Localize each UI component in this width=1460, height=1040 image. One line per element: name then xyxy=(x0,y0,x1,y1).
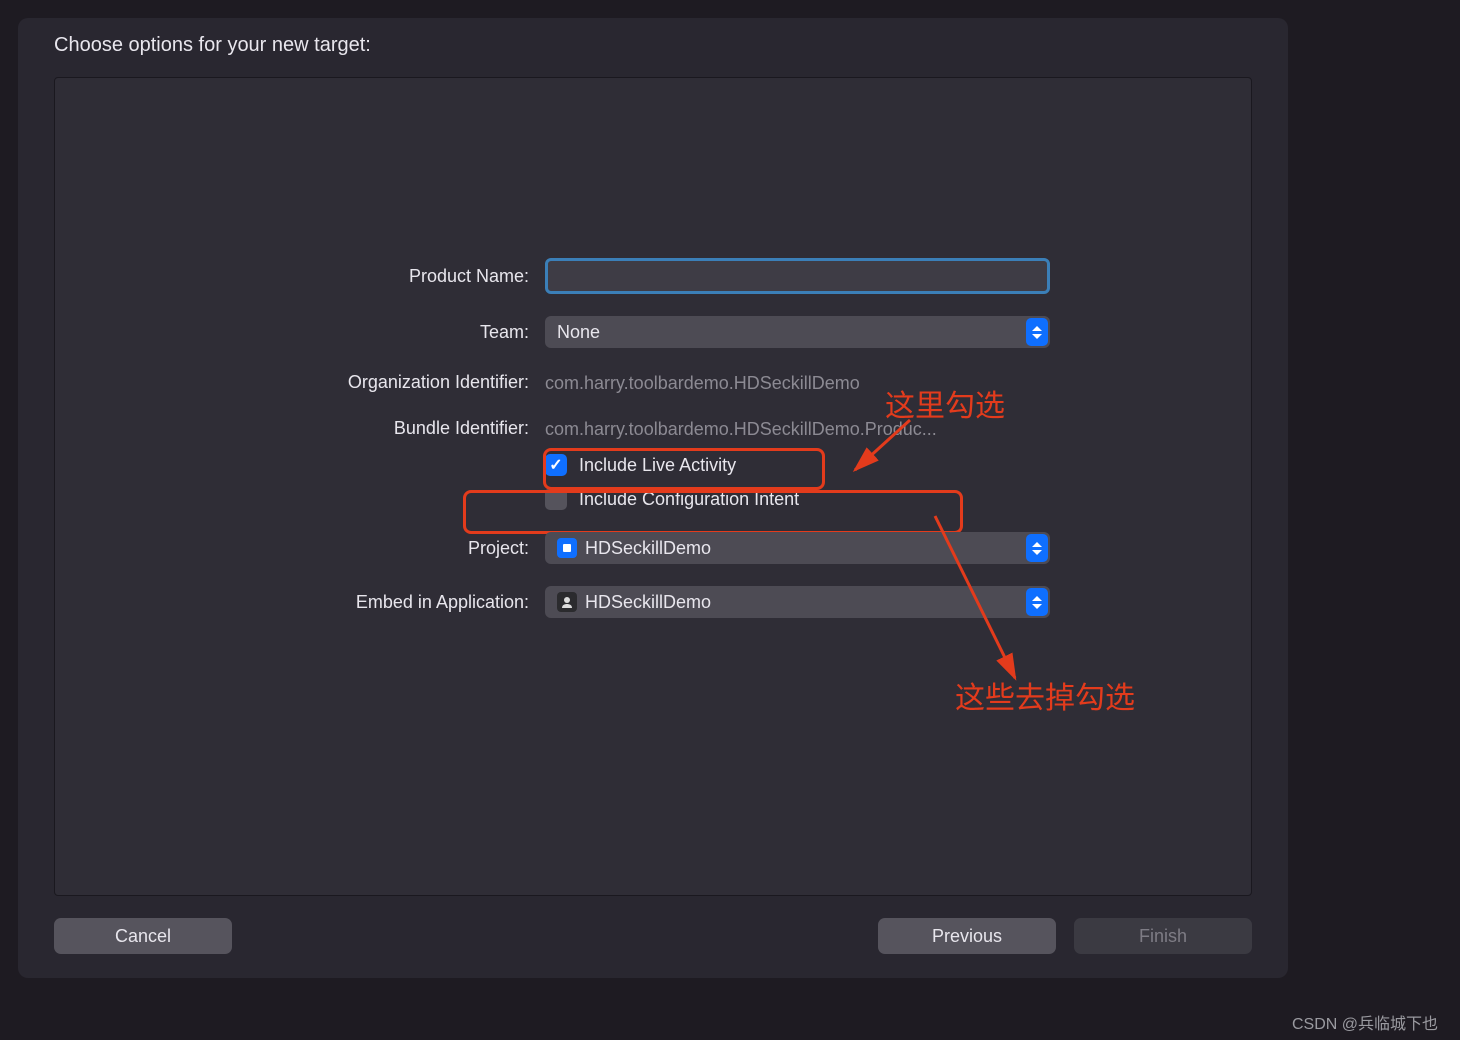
checkbox-group: Include Live Activity Include Configurat… xyxy=(545,454,1251,510)
team-value: None xyxy=(557,322,600,343)
cancel-button[interactable]: Cancel xyxy=(54,918,232,954)
live-activity-checkbox[interactable] xyxy=(545,454,567,476)
config-intent-label: Include Configuration Intent xyxy=(579,489,799,510)
embed-row: Embed in Application: HDSeckillDemo xyxy=(55,586,1251,618)
config-intent-checkbox[interactable] xyxy=(545,488,567,510)
product-name-input[interactable] xyxy=(545,258,1050,294)
bundle-id-row: Bundle Identifier: com.harry.toolbardemo… xyxy=(55,416,1251,440)
org-id-label: Organization Identifier: xyxy=(55,372,545,393)
project-row: Project: HDSeckillDemo xyxy=(55,532,1251,564)
team-row: Team: None xyxy=(55,316,1251,348)
new-target-dialog: Choose options for your new target: Prod… xyxy=(18,18,1288,978)
embed-select[interactable]: HDSeckillDemo xyxy=(545,586,1050,618)
project-select[interactable]: HDSeckillDemo xyxy=(545,532,1050,564)
chevron-updown-icon xyxy=(1026,318,1048,346)
bundle-id-label: Bundle Identifier: xyxy=(55,418,545,439)
product-name-label: Product Name: xyxy=(55,266,545,287)
embed-value: HDSeckillDemo xyxy=(585,592,711,613)
annotation-uncheck-here: 这些去掉勾选 xyxy=(955,673,1135,717)
org-id-row: Organization Identifier: com.harry.toolb… xyxy=(55,370,1251,394)
chevron-updown-icon xyxy=(1026,588,1048,616)
org-id-value: com.harry.toolbardemo.HDSeckillDemo xyxy=(545,370,1045,394)
product-name-row: Product Name: xyxy=(55,258,1251,294)
config-intent-row: Include Configuration Intent xyxy=(545,488,1251,510)
watermark: CSDN @兵临城下也 xyxy=(1292,1010,1438,1034)
team-label: Team: xyxy=(55,322,545,343)
project-label: Project: xyxy=(55,538,545,559)
chevron-updown-icon xyxy=(1026,534,1048,562)
live-activity-row: Include Live Activity xyxy=(545,454,1251,476)
embed-label: Embed in Application: xyxy=(55,592,545,613)
dialog-title: Choose options for your new target: xyxy=(54,34,1252,57)
previous-button[interactable]: Previous xyxy=(878,918,1056,954)
project-value: HDSeckillDemo xyxy=(585,538,711,559)
form-pane: Product Name: Team: None Organization Id… xyxy=(54,77,1252,896)
team-select[interactable]: None xyxy=(545,316,1050,348)
app-icon xyxy=(557,592,577,612)
live-activity-label: Include Live Activity xyxy=(579,455,736,476)
bundle-id-value: com.harry.toolbardemo.HDSeckillDemo.Prod… xyxy=(545,416,1045,440)
dialog-footer: Cancel Previous Finish xyxy=(54,896,1252,954)
project-icon xyxy=(557,538,577,558)
finish-button: Finish xyxy=(1074,918,1252,954)
